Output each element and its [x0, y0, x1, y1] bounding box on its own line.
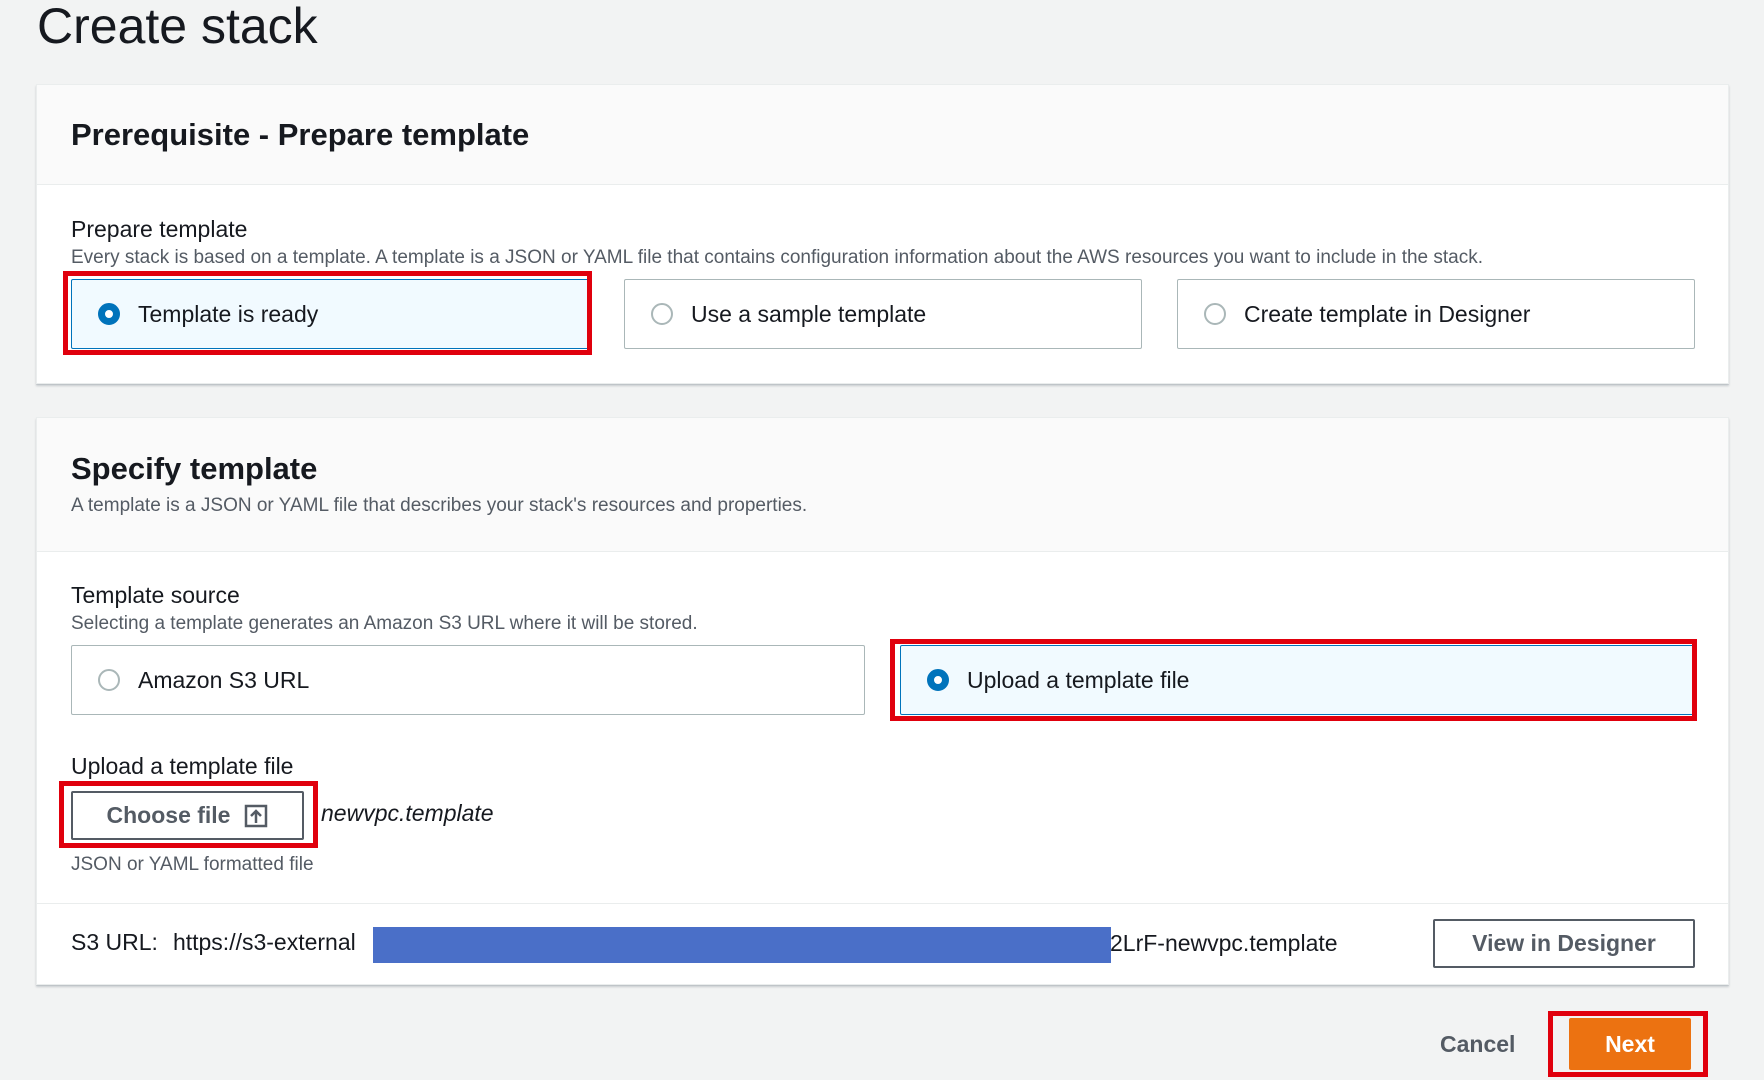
- prerequisite-title: Prerequisite - Prepare template: [71, 117, 530, 152]
- prerequisite-panel: Prerequisite - Prepare template Prepare …: [36, 84, 1729, 384]
- s3-url-row: S3 URL: https://s3-external: [71, 927, 356, 957]
- cancel-button[interactable]: Cancel: [1440, 1031, 1515, 1058]
- radio-selected-icon[interactable]: [927, 669, 949, 691]
- template-source-description: Selecting a template generates an Amazon…: [71, 613, 698, 634]
- radio-unselected-icon[interactable]: [651, 303, 673, 325]
- s3-url-suffix: 2LrF-newvpc.template: [1110, 930, 1338, 956]
- s3-url-divider: [37, 903, 1728, 904]
- specify-template-panel-header: Specify template A template is a JSON or…: [37, 418, 1728, 552]
- redacted-url-block: [373, 927, 1111, 963]
- next-button[interactable]: Next: [1569, 1018, 1691, 1070]
- page-title: Create stack: [37, 0, 318, 54]
- specify-template-description: A template is a JSON or YAML file that d…: [71, 495, 808, 516]
- create-in-designer-label: Create template in Designer: [1244, 300, 1531, 327]
- use-sample-template-option[interactable]: Use a sample template: [624, 279, 1142, 349]
- choose-file-button[interactable]: Choose file: [71, 791, 304, 840]
- radio-selected-icon[interactable]: [98, 303, 120, 325]
- choose-file-label: Choose file: [106, 802, 231, 828]
- amazon-s3-url-label: Amazon S3 URL: [138, 666, 310, 693]
- template-is-ready-label: Template is ready: [138, 300, 319, 327]
- prerequisite-panel-header: Prerequisite - Prepare template: [37, 85, 1728, 185]
- prepare-template-description: Every stack is based on a template. A te…: [71, 247, 1484, 268]
- upload-file-label: Upload a template file: [71, 753, 294, 779]
- amazon-s3-url-option[interactable]: Amazon S3 URL: [71, 645, 865, 715]
- use-sample-template-label: Use a sample template: [691, 300, 927, 327]
- specify-template-title: Specify template: [71, 451, 318, 486]
- template-source-label: Template source: [71, 582, 240, 608]
- upload-hint: JSON or YAML formatted file: [71, 854, 314, 875]
- upload-template-file-option[interactable]: Upload a template file: [900, 645, 1694, 715]
- specify-template-panel: Specify template A template is a JSON or…: [36, 417, 1729, 985]
- template-is-ready-option[interactable]: Template is ready: [71, 279, 589, 349]
- prepare-template-label: Prepare template: [71, 216, 248, 242]
- s3-url-label: S3 URL:: [71, 928, 158, 955]
- view-in-designer-button[interactable]: View in Designer: [1433, 919, 1695, 968]
- radio-unselected-icon[interactable]: [1204, 303, 1226, 325]
- radio-unselected-icon[interactable]: [98, 669, 120, 691]
- upload-template-file-label: Upload a template file: [967, 666, 1190, 693]
- s3-url-prefix: https://s3-external: [172, 928, 356, 955]
- selected-file-name: newvpc.template: [321, 800, 494, 826]
- create-in-designer-option[interactable]: Create template in Designer: [1177, 279, 1695, 349]
- upload-icon: [245, 804, 268, 827]
